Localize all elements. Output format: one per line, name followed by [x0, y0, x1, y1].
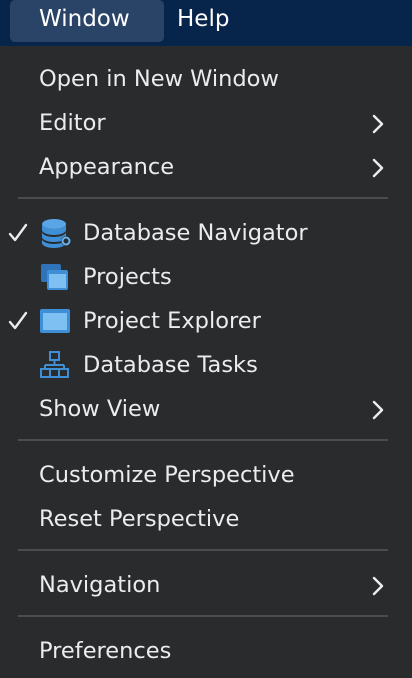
menu-item-projects[interactable]: Projects	[0, 255, 412, 299]
menu-item-label: Editor	[39, 110, 106, 136]
menu-item-navigation[interactable]: Navigation	[0, 563, 412, 607]
menu-separator	[18, 439, 388, 441]
menu-item-open-in-new-window[interactable]: Open in New Window	[0, 57, 412, 101]
project-explorer-icon	[40, 309, 70, 333]
menu-item-label: Projects	[83, 264, 172, 290]
menu-item-label: Show View	[39, 396, 161, 422]
projects-icon	[41, 264, 68, 290]
menu-item-show-view[interactable]: Show View	[0, 387, 412, 431]
menu-item-label: Preferences	[39, 638, 172, 664]
menu-item-project-explorer[interactable]: Project Explorer	[0, 299, 412, 343]
menu-item-label: Database Tasks	[83, 352, 258, 378]
menu-separator	[18, 615, 388, 617]
chevron-right-icon	[372, 114, 384, 134]
menu-item-label: Appearance	[39, 154, 175, 180]
menu-item-database-tasks[interactable]: Database Tasks	[0, 343, 412, 387]
menu-item-label: Navigation	[39, 572, 161, 598]
database-icon	[42, 219, 71, 248]
menu-item-reset-perspective[interactable]: Reset Perspective	[0, 497, 412, 541]
menubar-help[interactable]: Help	[177, 0, 229, 40]
menu-item-label: Open in New Window	[39, 66, 279, 92]
chevron-right-icon	[372, 400, 384, 420]
menu-item-database-navigator[interactable]: Database Navigator	[0, 211, 412, 255]
menu-item-customize-perspective[interactable]: Customize Perspective	[0, 453, 412, 497]
menu-item-label: Customize Perspective	[39, 462, 295, 488]
menu-item-label: Database Navigator	[83, 220, 308, 246]
database-tasks-icon	[40, 351, 69, 378]
menu-item-label: Reset Perspective	[39, 506, 240, 532]
menubar-window[interactable]: Window	[10, 0, 164, 42]
checkmark-icon	[8, 223, 28, 242]
chevron-right-icon	[372, 576, 384, 596]
checkmark-icon	[8, 311, 28, 330]
menu-item-appearance[interactable]: Appearance	[0, 145, 412, 189]
chevron-right-icon	[372, 158, 384, 178]
menu-item-editor[interactable]: Editor	[0, 101, 412, 145]
menu-bar: Window Help	[0, 0, 412, 46]
menu-item-label: Project Explorer	[83, 308, 261, 334]
menu-separator	[18, 549, 388, 551]
window-menu: Open in New Window Editor Appearance Dat…	[0, 46, 412, 678]
menu-separator	[18, 197, 388, 199]
menu-item-preferences[interactable]: Preferences	[0, 629, 412, 673]
